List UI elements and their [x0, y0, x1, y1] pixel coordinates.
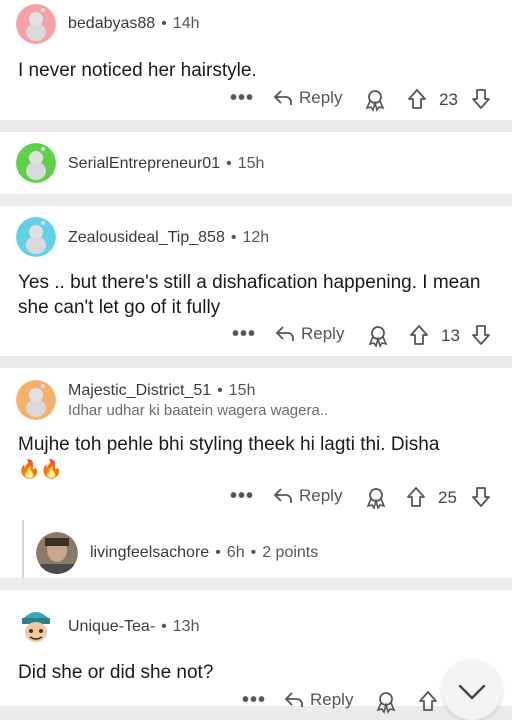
reply-label: Reply: [299, 88, 343, 107]
reply-label: Reply: [301, 324, 345, 343]
award-icon[interactable]: [374, 690, 398, 714]
username[interactable]: Unique-Tea-: [68, 618, 155, 635]
downvote-icon[interactable]: [470, 486, 492, 508]
username[interactable]: Majestic_District_51: [68, 382, 211, 399]
reply-label: Reply: [299, 486, 343, 505]
upvote-icon[interactable]: [406, 88, 428, 110]
username[interactable]: SerialEntrepreneur01: [68, 155, 220, 172]
avatar[interactable]: [16, 604, 56, 644]
reply-label: Reply: [310, 690, 354, 709]
comment-meta: Majestic_District_51 • 15h: [68, 382, 256, 399]
reply-button[interactable]: Reply: [284, 690, 353, 710]
reply-icon: [284, 692, 303, 707]
timestamp: 15h: [228, 382, 256, 399]
award-icon[interactable]: [366, 324, 390, 348]
timestamp: 14h: [172, 15, 200, 32]
comment-meta: Zealousideal_Tip_858 • 12h: [68, 229, 270, 246]
downvote-icon[interactable]: [470, 324, 492, 346]
comment-actions: ••• Reply 13: [0, 324, 512, 350]
reply-icon: [273, 488, 292, 503]
comment-text: I never noticed her hairstyle.: [18, 60, 257, 81]
timestamp: 15h: [237, 155, 265, 172]
comment-meta: bedabyas88 • 14h: [68, 15, 200, 32]
comment-meta: SerialEntrepreneur01 • 15h: [68, 155, 265, 172]
avatar[interactable]: [16, 143, 56, 183]
more-options-button[interactable]: •••: [230, 88, 254, 108]
user-flair: Idhar udhar ki baatein wagera wagera..: [68, 402, 329, 419]
comment-6: Unique-Tea- • 13h Did she or did she not? …: [0, 590, 512, 714]
comment-3: Zealousideal_Tip_858 • 12h Yes .. but ther…: [0, 206, 512, 356]
more-options-button[interactable]: •••: [242, 690, 266, 710]
scroll-down-button[interactable]: [442, 660, 502, 720]
reply-button[interactable]: Reply: [273, 486, 342, 506]
comment-4: Majestic_District_51 • 15h Idhar udhar ki …: [0, 368, 512, 578]
upvote-icon[interactable]: [417, 690, 439, 712]
comment-text: Mujhe toh pehle bhi styling theek hi lag…: [18, 434, 440, 455]
upvote-icon[interactable]: [405, 486, 427, 508]
vote-score: 23: [439, 90, 458, 109]
award-icon[interactable]: [364, 486, 388, 510]
chevron-down-icon: [458, 684, 486, 700]
timestamp: 6h: [226, 544, 245, 561]
upvote-icon[interactable]: [408, 324, 430, 346]
more-options-button[interactable]: •••: [230, 486, 254, 506]
thread-line[interactable]: [22, 520, 24, 578]
comment-actions: ••• Reply 25: [0, 486, 512, 512]
reply-icon: [273, 90, 292, 105]
username[interactable]: Zealousideal_Tip_858: [68, 229, 225, 246]
award-icon[interactable]: [363, 88, 387, 112]
avatar[interactable]: [36, 532, 78, 574]
more-options-button[interactable]: •••: [232, 324, 256, 344]
comment-actions: ••• Reply 23: [0, 88, 512, 114]
comment-text: Yes .. but there's still a dishafication…: [18, 272, 481, 318]
comment-text: Did she or did she not?: [18, 662, 214, 683]
vote-score: 13: [441, 326, 460, 345]
comment-1: bedabyas88 • 14h I never noticed her hairs…: [0, 0, 512, 120]
timestamp: 12h: [242, 229, 270, 246]
vote-score: 25: [438, 488, 457, 507]
comment-meta: livingfeelsachore • 6h • 2 points: [90, 544, 319, 561]
avatar[interactable]: [16, 380, 56, 420]
avatar[interactable]: [16, 217, 56, 257]
reply-button[interactable]: Reply: [275, 324, 344, 344]
reply-icon: [275, 326, 294, 341]
fire-emoji: 🔥🔥: [18, 459, 63, 479]
comment-2[interactable]: SerialEntrepreneur01 • 15h: [0, 132, 512, 194]
username[interactable]: bedabyas88: [68, 15, 155, 32]
comment-actions: ••• Reply: [0, 690, 512, 716]
username[interactable]: livingfeelsachore: [90, 544, 209, 561]
comment-meta: Unique-Tea- • 13h: [68, 618, 200, 635]
avatar[interactable]: [16, 4, 56, 44]
points: 2 points: [262, 544, 319, 561]
reply-button[interactable]: Reply: [273, 88, 342, 108]
downvote-icon[interactable]: [470, 88, 492, 110]
timestamp: 13h: [172, 618, 200, 635]
